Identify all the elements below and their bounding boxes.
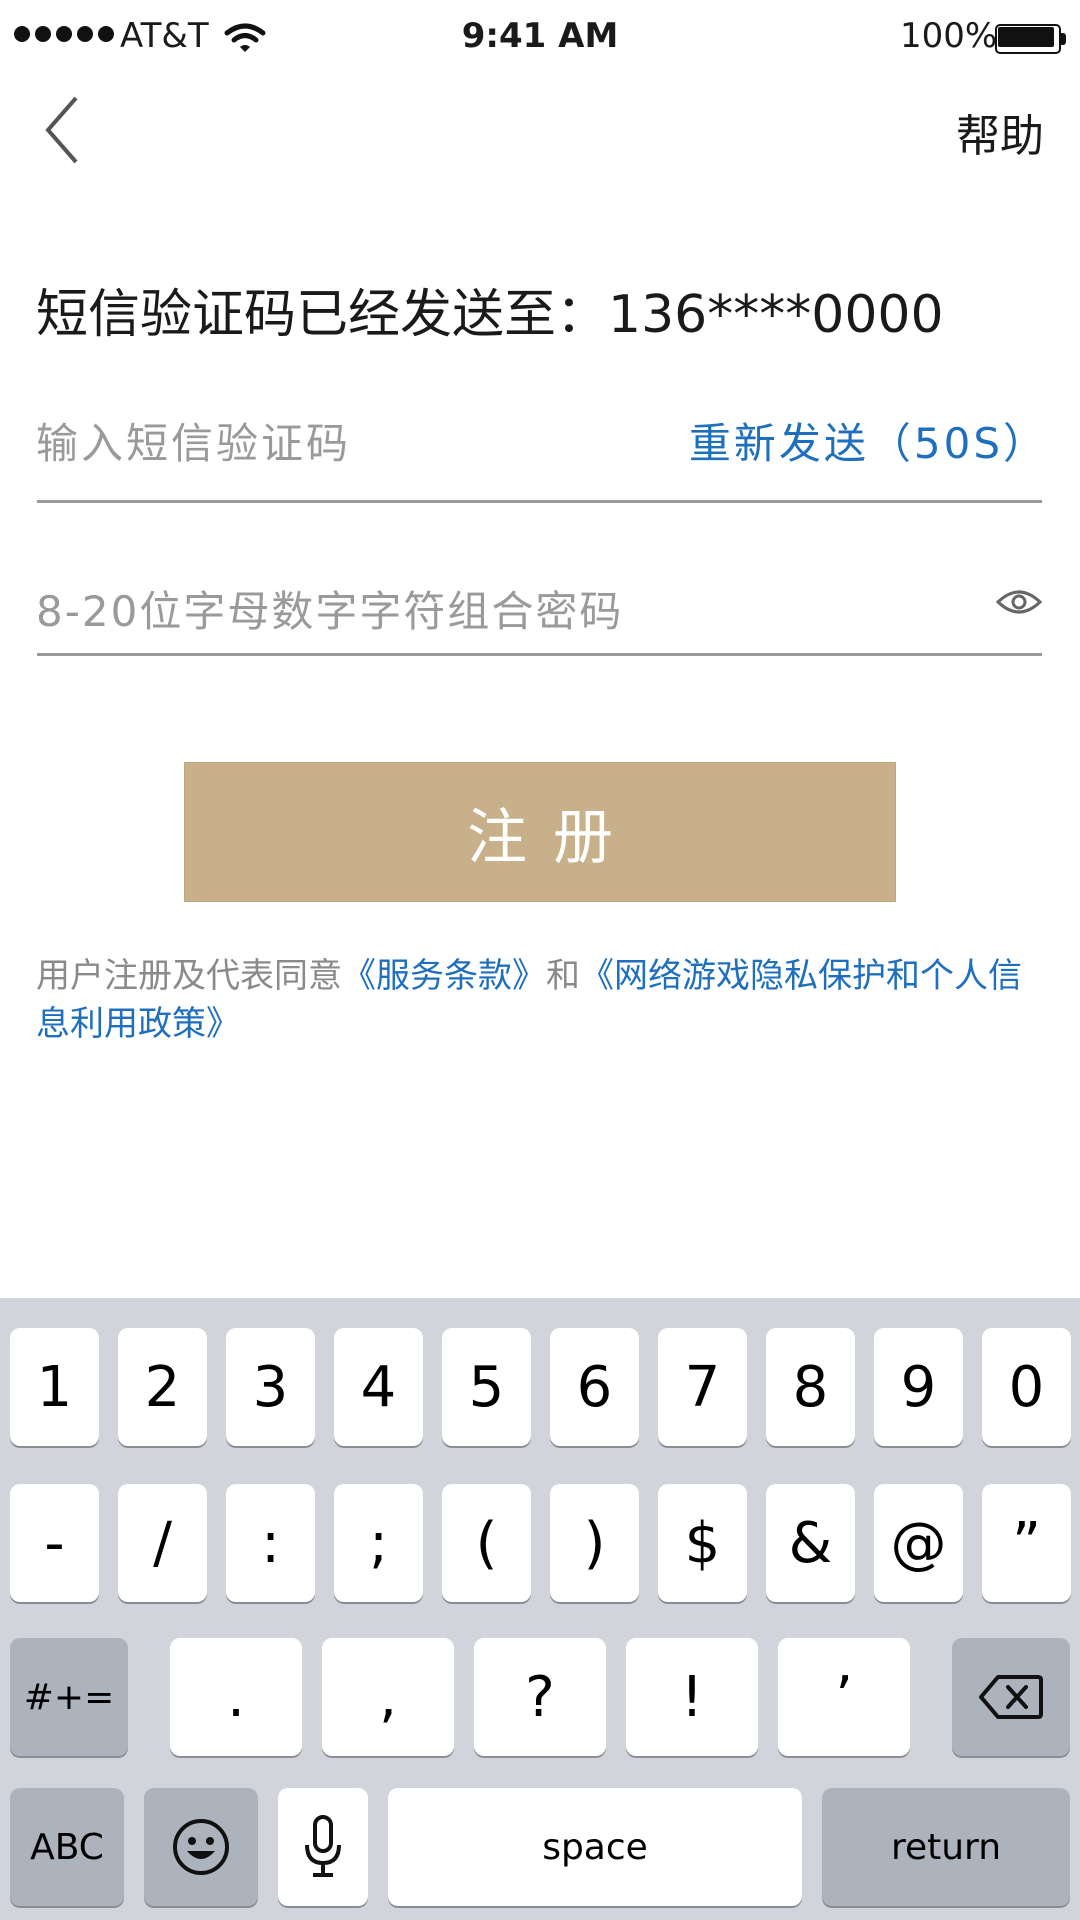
code-input-underline — [37, 500, 1042, 503]
password-input[interactable]: 8-20位字母数字字符组合密码 — [36, 578, 623, 639]
space-key[interactable]: space — [388, 1788, 802, 1906]
key-2[interactable]: 2 — [118, 1328, 207, 1446]
key-apostrophe[interactable]: ’ — [778, 1638, 910, 1756]
key-1[interactable]: 1 — [10, 1328, 99, 1446]
key-exclamation[interactable]: ! — [626, 1638, 758, 1756]
backspace-icon — [979, 1675, 1043, 1719]
resend-code-button[interactable]: 重新发送（50S） — [689, 410, 1048, 471]
key-0[interactable]: 0 — [982, 1328, 1071, 1446]
key-7[interactable]: 7 — [658, 1328, 747, 1446]
key-close-paren[interactable]: ) — [550, 1484, 639, 1602]
key-hyphen[interactable]: - — [10, 1484, 99, 1602]
help-button[interactable]: 帮助 — [956, 100, 1044, 164]
key-question[interactable]: ? — [474, 1638, 606, 1756]
emoji-icon — [173, 1819, 229, 1875]
key-semicolon[interactable]: ; — [334, 1484, 423, 1602]
sms-sent-message: 短信验证码已经发送至：136****0000 — [36, 272, 944, 347]
masked-phone-number: 136****0000 — [608, 285, 944, 345]
chevron-left-icon — [45, 96, 78, 164]
key-slash[interactable]: / — [118, 1484, 207, 1602]
key-period[interactable]: . — [170, 1638, 302, 1756]
status-bar: AT&T 9:41 AM 100% — [0, 0, 1080, 78]
keyboard: 1 2 3 4 5 6 7 8 9 0 - / : ; ( ) $ & @ ” … — [0, 1298, 1080, 1920]
key-4[interactable]: 4 — [334, 1328, 423, 1446]
terms-conjunction: 和 — [546, 956, 580, 996]
key-quote[interactable]: ” — [982, 1484, 1071, 1602]
key-abc[interactable]: ABC — [10, 1788, 124, 1906]
key-3[interactable]: 3 — [226, 1328, 315, 1446]
emoji-key[interactable] — [144, 1788, 258, 1906]
key-at[interactable]: @ — [874, 1484, 963, 1602]
key-6[interactable]: 6 — [550, 1328, 639, 1446]
password-input-underline — [37, 653, 1042, 656]
key-ampersand[interactable]: & — [766, 1484, 855, 1602]
key-9[interactable]: 9 — [874, 1328, 963, 1446]
back-button[interactable] — [34, 90, 94, 170]
key-8[interactable]: 8 — [766, 1328, 855, 1446]
key-colon[interactable]: : — [226, 1484, 315, 1602]
key-more-symbols[interactable]: #+= — [10, 1638, 128, 1756]
battery-percentage: 100% — [900, 16, 998, 56]
terms-agreement: 用户注册及代表同意《服务条款》和《网络游戏隐私保护和个人信息利用政策》 — [36, 952, 1046, 1048]
key-open-paren[interactable]: ( — [442, 1484, 531, 1602]
battery-icon — [995, 24, 1067, 54]
terms-prefix: 用户注册及代表同意 — [36, 956, 342, 996]
microphone-icon — [305, 1815, 341, 1877]
sms-code-input[interactable]: 输入短信验证码 — [36, 410, 351, 471]
key-dollar[interactable]: $ — [658, 1484, 747, 1602]
terms-of-service-link[interactable]: 《服务条款》 — [342, 956, 546, 996]
delete-key[interactable] — [952, 1638, 1070, 1756]
key-comma[interactable]: , — [322, 1638, 454, 1756]
eye-icon[interactable] — [996, 584, 1042, 620]
sms-sent-prefix: 短信验证码已经发送至： — [36, 285, 609, 345]
register-button[interactable]: 注册 — [184, 762, 896, 902]
key-5[interactable]: 5 — [442, 1328, 531, 1446]
return-key[interactable]: return — [822, 1788, 1070, 1906]
microphone-key[interactable] — [278, 1788, 368, 1906]
